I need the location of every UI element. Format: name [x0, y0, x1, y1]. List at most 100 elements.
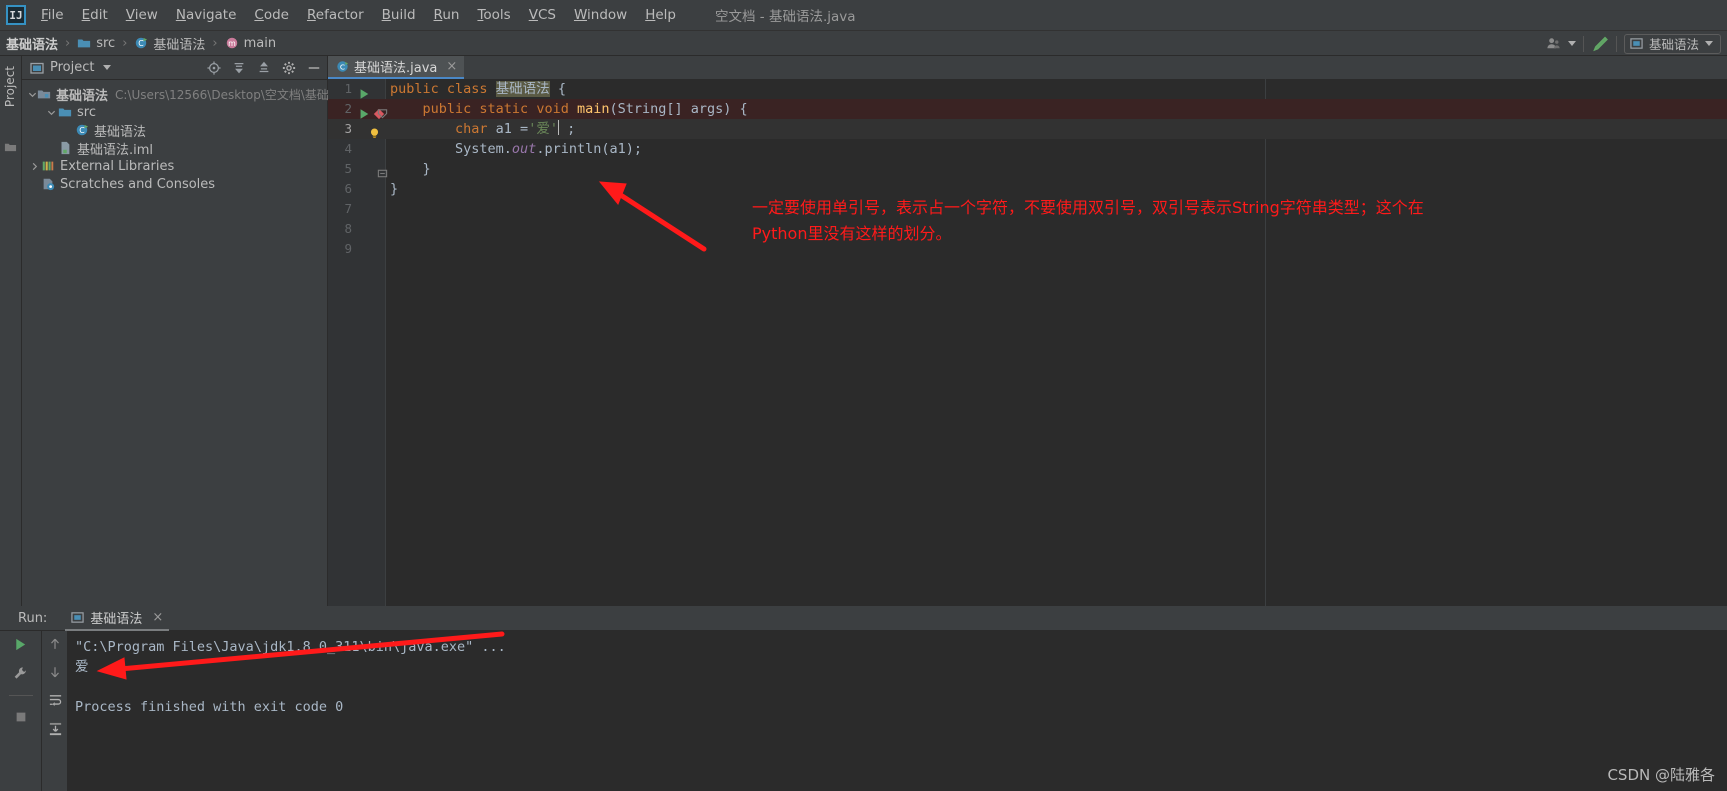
- menu-item-code[interactable]: Code: [245, 4, 298, 26]
- console-output[interactable]: "C:\Program Files\Java\jdk1.8.0_311\bin\…: [67, 631, 1727, 791]
- menu-bar: IJ File Edit View Navigate Code Refactor Build…: [0, 0, 1727, 31]
- chevron-down-icon[interactable]: [1705, 41, 1713, 46]
- up-arrow-icon[interactable]: [48, 637, 62, 651]
- menu-item-edit[interactable]: Edit: [73, 4, 117, 26]
- breadcrumb-separator: ›: [212, 35, 218, 51]
- line-number: 6: [344, 181, 352, 196]
- tree-node[interactable]: External Libraries: [22, 157, 327, 175]
- menu-item-tools[interactable]: Tools: [468, 4, 519, 26]
- collapse-all-icon[interactable]: [257, 61, 271, 75]
- code-line-text: public static void main(String[] args) {: [390, 99, 748, 119]
- wrench-settings-icon[interactable]: [13, 666, 28, 681]
- code-token: main: [576, 101, 610, 117]
- line-number: 4: [344, 141, 352, 156]
- fold-icon: [377, 108, 388, 119]
- code-token: }: [390, 181, 399, 197]
- soft-wrap-icon[interactable]: [48, 693, 63, 708]
- console-line: Process finished with exit code 0: [75, 699, 344, 715]
- tree-node[interactable]: C 基础语法: [22, 121, 327, 140]
- locate-icon[interactable]: [207, 60, 221, 75]
- breadcrumb-item-3[interactable]: C 基础语法: [134, 34, 205, 53]
- run-configuration-selector[interactable]: 基础语法: [1623, 33, 1721, 54]
- breadcrumb-separator: ›: [65, 35, 71, 51]
- divider: [8, 695, 33, 696]
- code-token: public: [422, 101, 480, 117]
- close-icon[interactable]: ×: [152, 610, 163, 625]
- line-number: 7: [344, 201, 352, 216]
- menu-item-run[interactable]: Run: [425, 4, 469, 26]
- code-token: .println(a1);: [536, 141, 642, 157]
- run-tab[interactable]: 基础语法 ×: [65, 606, 170, 631]
- code-token: a1 =: [495, 121, 529, 137]
- down-arrow-icon[interactable]: [48, 665, 62, 679]
- scroll-to-end-icon[interactable]: [48, 722, 63, 737]
- menu-item-view[interactable]: View: [117, 4, 167, 26]
- line-number: 9: [344, 241, 352, 256]
- run-config-icon: [71, 611, 84, 624]
- menu-item-refactor[interactable]: Refactor: [298, 4, 373, 26]
- hide-panel-icon[interactable]: [307, 61, 321, 75]
- libraries-icon: [41, 159, 55, 173]
- code-line-text: char a1 ='爱' ;: [390, 119, 575, 139]
- code-token: public: [390, 81, 447, 97]
- code-line-text: System.out.println(a1);: [390, 139, 642, 159]
- line-number: 3: [344, 121, 352, 136]
- code-line[interactable]: 4 System.out.println(a1);: [328, 139, 1727, 159]
- tree-node[interactable]: src: [22, 103, 327, 121]
- user-icon[interactable]: [1546, 36, 1561, 51]
- breadcrumb-item-2[interactable]: src: [77, 36, 115, 51]
- editor-tab-java-file[interactable]: C 基础语法.java ×: [328, 56, 465, 79]
- breadcrumb-label: 基础语法: [6, 37, 59, 53]
- tree-node-label: Scratches and Consoles: [60, 176, 216, 192]
- run-toolbar-primary: [0, 631, 42, 791]
- menu-item-navigate[interactable]: Navigate: [167, 4, 246, 26]
- expand-all-icon[interactable]: [232, 61, 246, 75]
- code-token: System.: [390, 141, 512, 157]
- scratches-icon: [41, 177, 55, 191]
- navigation-bar: 基础语法 › src › C 基础语法 › m main 基础语法: [0, 31, 1727, 56]
- menu-item-vcs[interactable]: VCS: [520, 4, 565, 26]
- settings-gear-icon[interactable]: [282, 61, 296, 75]
- code-line[interactable]: 3 char a1 ='爱' ;: [328, 119, 1727, 139]
- menu-item-window[interactable]: Window: [565, 4, 636, 26]
- close-icon[interactable]: ×: [446, 59, 457, 74]
- project-panel-header: Project: [22, 56, 327, 80]
- breadcrumb-item-4[interactable]: m main: [225, 36, 276, 51]
- line-number: 1: [344, 81, 352, 96]
- tree-node[interactable]: 基础语法.iml: [22, 139, 327, 158]
- run-tool-window: Run: 基础语法 × "C:\Program Files\Java\jdk1.…: [0, 606, 1727, 791]
- svg-text:C: C: [79, 126, 85, 135]
- stop-icon[interactable]: [14, 710, 28, 724]
- line-number: 8: [344, 221, 352, 236]
- build-hammer-icon[interactable]: [1591, 35, 1609, 53]
- structure-icon[interactable]: [4, 140, 17, 153]
- breadcrumb-label: main: [243, 35, 277, 51]
- menu-item-build[interactable]: Build: [373, 4, 425, 26]
- navbar-right-toolbar: 基础语法: [1546, 31, 1721, 56]
- tree-expand-arrow-icon[interactable]: [45, 108, 58, 117]
- code-token: class: [446, 81, 496, 97]
- tree-node[interactable]: 基础语法 C:\Users\12566\Desktop\空文档\基础语法: [22, 85, 353, 104]
- rerun-play-icon[interactable]: [13, 637, 28, 652]
- chevron-down-icon[interactable]: [103, 65, 112, 70]
- tree-node-label: 基础语法: [94, 124, 147, 140]
- code-line[interactable]: 2 public static void main(String[] args)…: [328, 99, 1727, 119]
- run-toolbar-secondary: [43, 631, 67, 791]
- tree-node-label: 基础语法.iml: [77, 142, 154, 158]
- code-line[interactable]: 5 }: [328, 159, 1727, 179]
- breadcrumb-item-1[interactable]: 基础语法: [6, 34, 58, 53]
- menu-item-help[interactable]: Help: [636, 4, 685, 26]
- menu-item-file[interactable]: File: [32, 4, 73, 26]
- svg-text:C: C: [340, 63, 345, 72]
- tree-expand-arrow-icon[interactable]: [28, 162, 41, 171]
- chevron-down-icon[interactable]: [1567, 41, 1576, 46]
- breadcrumb-label: 基础语法: [153, 37, 206, 53]
- tree-expand-arrow-icon[interactable]: [28, 90, 37, 99]
- code-line[interactable]: 1 public class 基础语法 {: [328, 79, 1727, 99]
- tree-node[interactable]: Scratches and Consoles: [22, 175, 327, 193]
- module-icon: [37, 87, 51, 101]
- tree-node-label: 基础语法: [56, 88, 109, 104]
- code-token: out: [511, 141, 537, 157]
- code-editor[interactable]: 1 public class 基础语法 {2 public static void…: [328, 79, 1727, 606]
